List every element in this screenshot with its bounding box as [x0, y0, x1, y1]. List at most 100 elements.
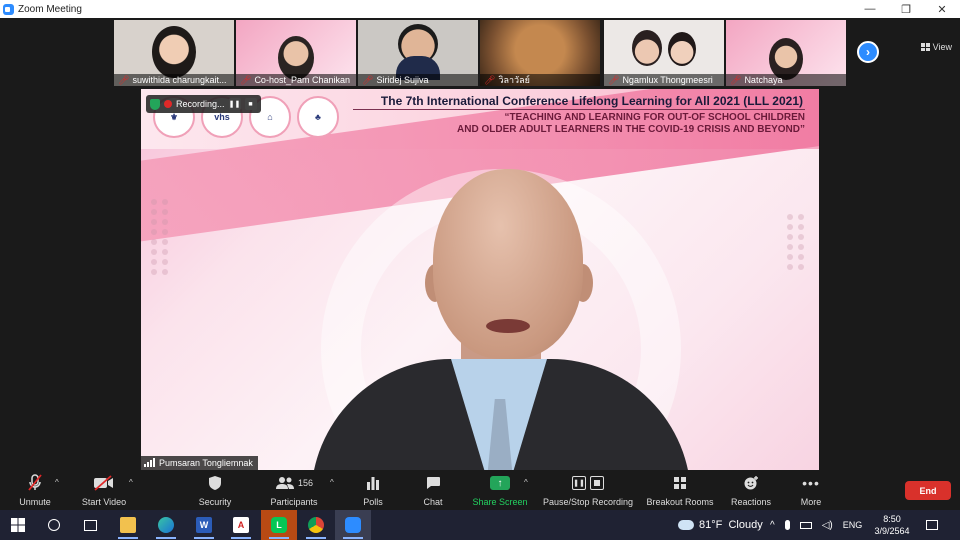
notifications-button[interactable] [926, 510, 938, 540]
participants-options-caret[interactable]: ^ [330, 478, 334, 487]
mic-muted-icon: 🎤︎ [362, 75, 374, 85]
system-tray: ^ ◁) ENG [770, 510, 862, 540]
weather-widget[interactable]: 81°F Cloudy [678, 510, 763, 540]
task-view-button[interactable] [72, 510, 108, 540]
zoom-taskbar-button[interactable] [335, 510, 371, 540]
video-off-icon [93, 473, 115, 493]
microphone-icon[interactable] [784, 520, 790, 530]
active-speaker-video: ⚜ vhs ⌂ ♣ The 7th International Conferen… [141, 89, 819, 470]
file-explorer-button[interactable] [110, 510, 146, 540]
task-view-icon [83, 519, 97, 531]
participant-gallery-strip: 🎤︎ suwithida charungkait... 🎤︎ Co-host_Pam… [0, 18, 960, 88]
start-button[interactable] [0, 510, 36, 540]
security-button[interactable]: Security [196, 473, 234, 507]
language-indicator[interactable]: ENG [843, 520, 863, 530]
security-shield-icon [150, 98, 160, 110]
edge-button[interactable] [148, 510, 184, 540]
line-icon: L [271, 517, 287, 533]
chrome-icon [308, 517, 324, 533]
clock-time: 8:50 [883, 514, 901, 524]
share-screen-button[interactable]: ↑ Share Screen [470, 473, 530, 507]
participants-icon [275, 477, 294, 489]
next-page-button[interactable]: › [857, 41, 879, 63]
chat-icon [425, 473, 441, 493]
participants-button[interactable]: 156 Participants [267, 473, 321, 507]
audio-options-caret[interactable]: ^ [55, 478, 59, 487]
system-clock[interactable]: 8:50 3/9/2564 [868, 513, 916, 537]
participant-tile[interactable]: 🎤︎ Co-host_Pam Chanikan [236, 20, 356, 86]
participant-tile[interactable]: 🎤︎ วิลาวัลย์ [480, 20, 600, 86]
participant-count: 156 [297, 478, 314, 488]
acrobat-button[interactable]: A [223, 510, 259, 540]
participant-tile[interactable]: 🎤︎ suwithida charungkait... [114, 20, 234, 86]
share-options-caret[interactable]: ^ [524, 478, 528, 487]
start-video-button[interactable]: Start Video [79, 473, 129, 507]
participant-tile[interactable]: 🎤︎ Siridej Sujiva [358, 20, 478, 86]
gallery-view-icon [920, 43, 930, 51]
participant-tile[interactable]: 🎤︎ Natchaya [726, 20, 846, 86]
speaker-figure [291, 169, 711, 470]
shield-icon [208, 473, 222, 493]
zoom-icon [345, 517, 361, 533]
battery-icon[interactable] [799, 521, 812, 529]
pause-recording-button[interactable]: ❚❚ [228, 98, 241, 110]
word-icon: W [196, 517, 212, 533]
stop-recording-button[interactable]: ■ [244, 98, 257, 110]
window-title-bar: Zoom Meeting — ❐ ✕ [0, 0, 960, 18]
organization-logo: ♣ [297, 96, 339, 138]
meeting-toolbar: Unmute ^ Start Video ^ Security 156 Part… [0, 470, 960, 510]
share-screen-icon: ↑ [490, 476, 510, 490]
mic-muted-icon: 🎤︎ [118, 75, 130, 85]
participant-tile[interactable]: 🎤︎ Ngamlux Thongmeesri [604, 20, 724, 86]
polls-icon [366, 473, 380, 493]
end-meeting-button[interactable]: End [905, 481, 951, 500]
edge-icon [158, 517, 174, 533]
mic-muted-icon: 🎤︎ [608, 75, 620, 85]
pause-icon: ❚❚ [572, 476, 586, 490]
participant-name: วิลาวัลย์ [498, 75, 530, 85]
file-explorer-icon [120, 517, 136, 533]
windows-logo-icon [11, 518, 25, 532]
chrome-button[interactable] [298, 510, 334, 540]
window-title: Zoom Meeting [18, 3, 82, 15]
minimize-button[interactable]: — [852, 0, 888, 18]
recording-dot-icon [164, 100, 172, 108]
clock-date: 3/9/2564 [874, 526, 910, 536]
chevron-up-icon[interactable]: ^ [770, 520, 775, 531]
line-button[interactable]: L [261, 510, 297, 540]
word-button[interactable]: W [186, 510, 222, 540]
smiley-icon [743, 473, 759, 493]
windows-taskbar: W A L 81°F Cloudy ^ ◁) ENG 8:50 3/9/2564 [0, 510, 960, 540]
reactions-button[interactable]: Reactions [729, 473, 773, 507]
participant-name: suwithida charungkait... [132, 75, 227, 85]
mic-muted-icon: 🎤︎ [730, 75, 742, 85]
view-label: View [932, 42, 952, 52]
conference-title: The 7th International Conference Lifelon… [380, 94, 803, 108]
search-button[interactable] [36, 510, 72, 540]
participant-name: Co-host_Pam Chanikan [254, 75, 350, 85]
pause-stop-recording-button[interactable]: ❚❚ Pause/Stop Recording [541, 473, 635, 507]
unmute-button[interactable]: Unmute [16, 473, 54, 507]
chevron-right-icon: › [866, 45, 870, 59]
weather-text: 81°F Cloudy [699, 519, 763, 531]
recording-label: Recording... [176, 99, 225, 109]
view-button[interactable]: View [920, 42, 952, 52]
more-icon: ••• [802, 475, 820, 491]
polls-button[interactable]: Polls [358, 473, 388, 507]
zoom-app-icon [3, 3, 14, 15]
conference-subtitle: “TEACHING AND LEARNING FOR OUT-OF SCHOOL… [457, 112, 805, 135]
restore-button[interactable]: ❐ [888, 0, 924, 18]
notification-icon [926, 520, 938, 530]
more-button[interactable]: ••• More [797, 473, 825, 507]
recording-indicator: Recording... ❚❚ ■ [146, 95, 261, 113]
acrobat-icon: A [233, 517, 249, 533]
search-icon [48, 519, 60, 531]
volume-icon[interactable]: ◁) [822, 520, 833, 531]
chat-button[interactable]: Chat [418, 473, 448, 507]
breakout-rooms-button[interactable]: Breakout Rooms [644, 473, 716, 507]
close-button[interactable]: ✕ [924, 0, 960, 18]
video-options-caret[interactable]: ^ [129, 478, 133, 487]
breakout-rooms-icon [673, 473, 687, 493]
participant-name: Natchaya [744, 75, 783, 85]
mic-muted-icon: 🎤︎ [484, 75, 496, 85]
